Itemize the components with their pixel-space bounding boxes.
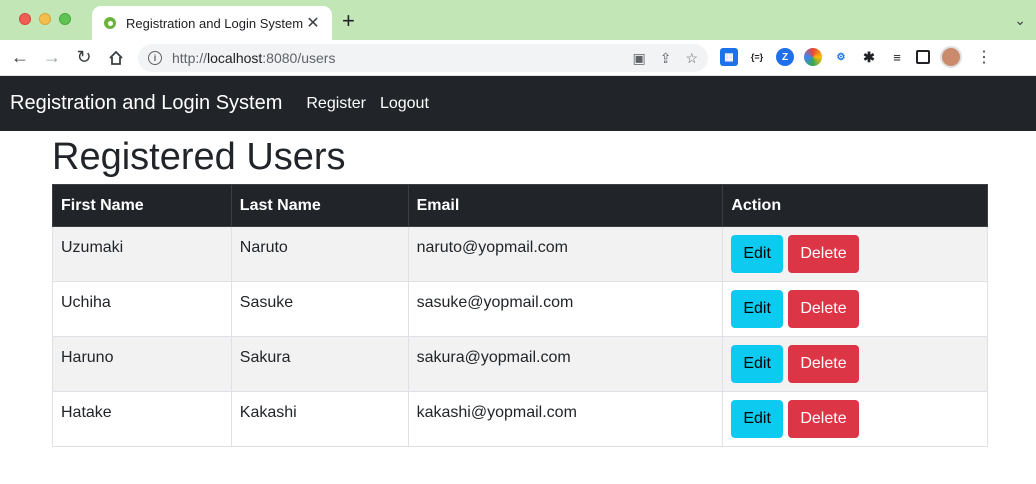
cell-last-name: Sasuke <box>230 281 409 337</box>
users-table: First Name Last Name Email Action Uzumak… <box>52 184 988 447</box>
url-prefix: http:// <box>172 50 208 66</box>
spring-favicon-icon <box>104 17 116 29</box>
star-icon[interactable]: ☆ <box>685 50 698 67</box>
cell-last-name: Naruto <box>230 226 409 282</box>
menu-icon[interactable]: ⋮ <box>976 47 992 67</box>
share-icon[interactable]: ⇪ <box>660 50 672 67</box>
forward-icon[interactable]: → <box>36 44 68 72</box>
profile-avatar[interactable] <box>940 46 962 68</box>
home-icon[interactable] <box>100 44 132 72</box>
app-navbar: Registration and Login System Register L… <box>0 76 1036 131</box>
header-email: Email <box>407 184 724 227</box>
translate-icon[interactable]: ▣ <box>632 50 645 67</box>
cell-email: sasuke@yopmail.com <box>407 281 724 337</box>
address-bar[interactable]: i http://localhost:8080/users ▣ ⇪ ☆ <box>138 44 708 72</box>
url-text[interactable]: http://localhost:8080/users <box>172 50 632 66</box>
header-first-name: First Name <box>52 184 232 227</box>
header-action: Action <box>722 184 988 227</box>
table-header-row: First Name Last Name Email Action <box>52 184 988 227</box>
browser-tab[interactable]: Registration and Login System ✕ <box>92 6 332 40</box>
cell-email: kakashi@yopmail.com <box>407 391 724 447</box>
window-controls <box>19 13 71 25</box>
info-icon[interactable]: i <box>148 51 162 65</box>
puzzle-extension-icon[interactable]: ✱ <box>860 48 878 66</box>
cell-actions: Edit Delete <box>722 281 988 337</box>
delete-button[interactable]: Delete <box>788 235 859 273</box>
reload-icon[interactable]: ↻ <box>68 44 100 72</box>
cell-actions: Edit Delete <box>722 391 988 447</box>
navbar-brand[interactable]: Registration and Login System <box>10 92 282 115</box>
cell-actions: Edit Delete <box>722 336 988 392</box>
back-icon[interactable]: ← <box>4 44 36 72</box>
edit-button[interactable]: Edit <box>731 400 783 438</box>
tab-search-icon[interactable]: ⌄ <box>1014 12 1026 29</box>
delete-button[interactable]: Delete <box>788 345 859 383</box>
table-row: Uzumaki Naruto naruto@yopmail.com Edit D… <box>52 226 988 282</box>
nav-link-logout[interactable]: Logout <box>380 95 429 113</box>
maximize-window-button[interactable] <box>59 13 71 25</box>
tab-close-icon[interactable]: ✕ <box>304 13 322 33</box>
header-last-name: Last Name <box>230 184 409 227</box>
edit-button[interactable]: Edit <box>731 290 783 328</box>
window-extension-icon[interactable]: ▦ <box>720 48 738 66</box>
new-tab-button[interactable]: + <box>342 9 355 33</box>
delete-button[interactable]: Delete <box>788 290 859 328</box>
cell-first-name: Haruno <box>52 336 232 392</box>
json-extension-icon[interactable]: {=} <box>748 48 766 66</box>
delete-button[interactable]: Delete <box>788 400 859 438</box>
table-row: Hatake Kakashi kakashi@yopmail.com Edit … <box>52 391 988 447</box>
nav-link-register[interactable]: Register <box>306 95 366 113</box>
close-window-button[interactable] <box>19 13 31 25</box>
table-row: Haruno Sakura sakura@yopmail.com Edit De… <box>52 336 988 392</box>
cell-last-name: Sakura <box>230 336 409 392</box>
color-extension-icon[interactable] <box>804 48 822 66</box>
cell-email: naruto@yopmail.com <box>407 226 724 282</box>
extensions-area: ▦ {=} Z ⚙ ✱ ≡ ⋮ <box>720 46 992 68</box>
minimize-window-button[interactable] <box>39 13 51 25</box>
side-panel-icon[interactable] <box>916 50 930 64</box>
browser-toolbar: ← → ↻ i http://localhost:8080/users ▣ ⇪ … <box>0 40 1036 76</box>
cell-first-name: Uzumaki <box>52 226 232 282</box>
browser-tab-strip: Registration and Login System ✕ + ⌄ <box>0 0 1036 40</box>
edit-button[interactable]: Edit <box>731 235 783 273</box>
sync-extension-icon[interactable]: ⚙ <box>832 48 850 66</box>
cell-last-name: Kakashi <box>230 391 409 447</box>
cell-email: sakura@yopmail.com <box>407 336 724 392</box>
table-row: Uchiha Sasuke sasuke@yopmail.com Edit De… <box>52 281 988 337</box>
tab-title: Registration and Login System <box>126 15 304 31</box>
page-title: Registered Users <box>52 136 346 178</box>
cell-first-name: Hatake <box>52 391 232 447</box>
main-content: Registered Users First Name Last Name Em… <box>0 134 1036 447</box>
reading-list-icon[interactable]: ≡ <box>888 48 906 66</box>
cell-actions: Edit Delete <box>722 226 988 282</box>
url-host: localhost <box>207 50 263 66</box>
edit-button[interactable]: Edit <box>731 345 783 383</box>
omnibox-actions: ▣ ⇪ ☆ <box>632 50 698 67</box>
url-suffix: :8080/users <box>262 50 336 66</box>
z-extension-icon[interactable]: Z <box>776 48 794 66</box>
cell-first-name: Uchiha <box>52 281 232 337</box>
